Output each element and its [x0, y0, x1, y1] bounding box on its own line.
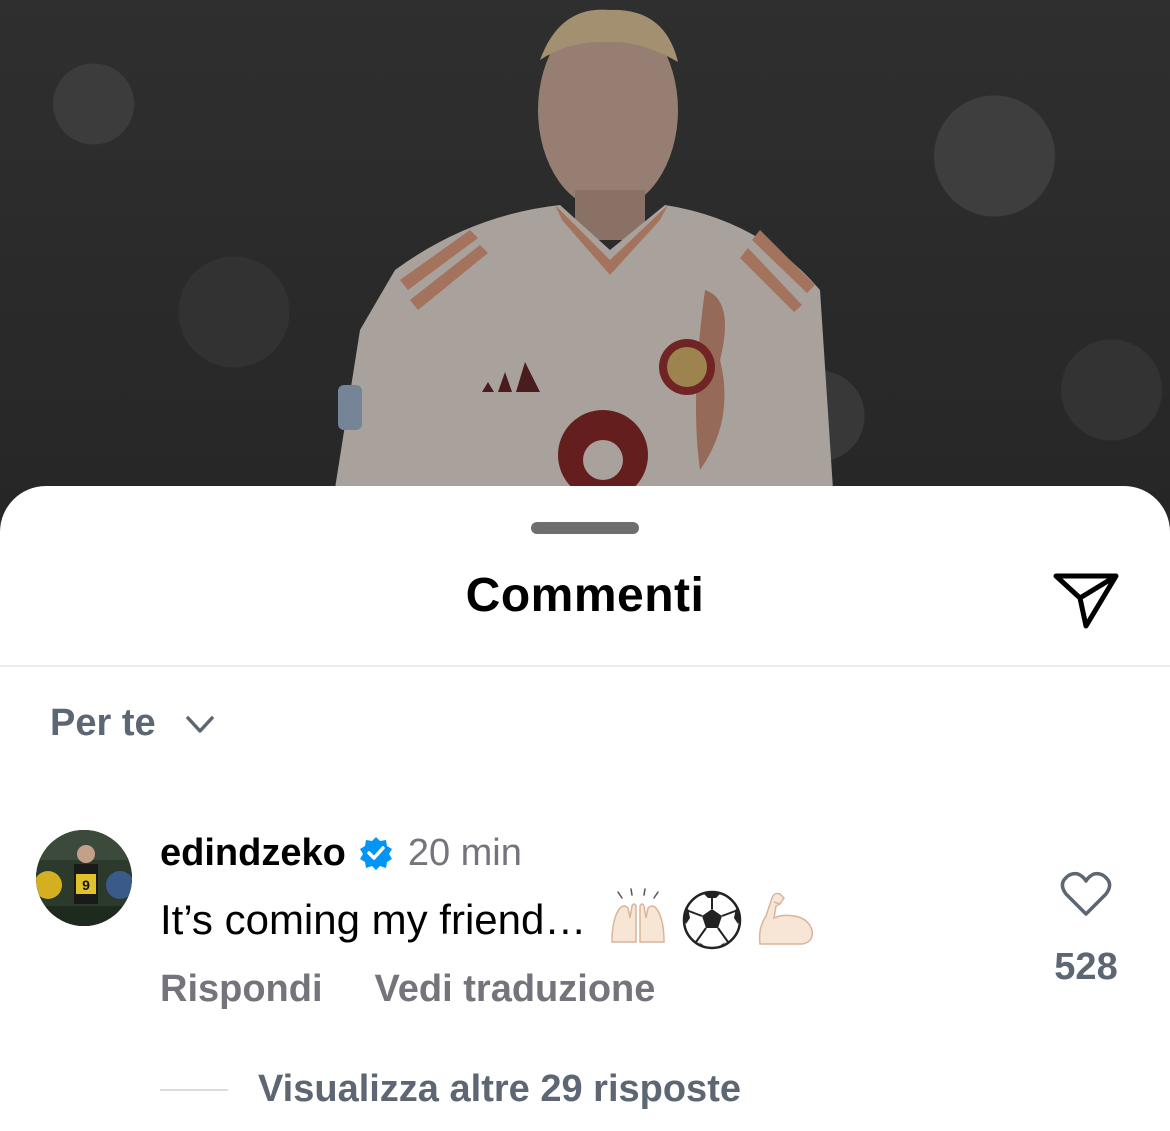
heart-icon[interactable]: [1060, 870, 1112, 918]
chevron-down-icon: [185, 715, 214, 733]
avatar[interactable]: 9: [36, 830, 132, 926]
avatar-image: 9: [36, 830, 132, 926]
replies-divider: [160, 1088, 228, 1091]
comments-sheet: Commenti Per te 9 edindzeko 20 min It’s …: [0, 486, 1170, 1131]
sort-filter-button[interactable]: Per te: [50, 702, 218, 745]
view-replies-label: Visualizza altre 29 risposte: [258, 1068, 741, 1110]
translate-button[interactable]: Vedi traduzione: [375, 968, 656, 1011]
reply-button[interactable]: Rispondi: [160, 968, 323, 1011]
comment-timestamp: 20 min: [407, 831, 522, 874]
raising-hands-icon: [611, 888, 666, 943]
comment-text: It’s coming my friend…: [160, 888, 818, 952]
sheet-title: Commenti: [465, 569, 705, 622]
comment-actions: Rispondi Vedi traduzione: [160, 968, 655, 1011]
comment-username[interactable]: edindzeko: [160, 832, 346, 875]
sort-filter-label: Per te: [50, 702, 156, 744]
drag-handle[interactable]: [531, 522, 639, 534]
like-count: 528: [1054, 946, 1118, 988]
verified-badge-icon: [359, 837, 392, 870]
flexed-biceps-icon: [759, 892, 814, 945]
send-icon[interactable]: [1050, 568, 1122, 632]
header-divider: [0, 665, 1170, 667]
avatar-jersey-number: 9: [82, 877, 90, 893]
comment-body: It’s coming my friend…: [160, 896, 587, 943]
view-replies-button[interactable]: Visualizza altre 29 risposte: [160, 1068, 741, 1111]
soccer-ball-icon: [683, 890, 742, 950]
background-photo: [0, 0, 1170, 520]
comment-header: edindzeko 20 min: [160, 828, 522, 878]
